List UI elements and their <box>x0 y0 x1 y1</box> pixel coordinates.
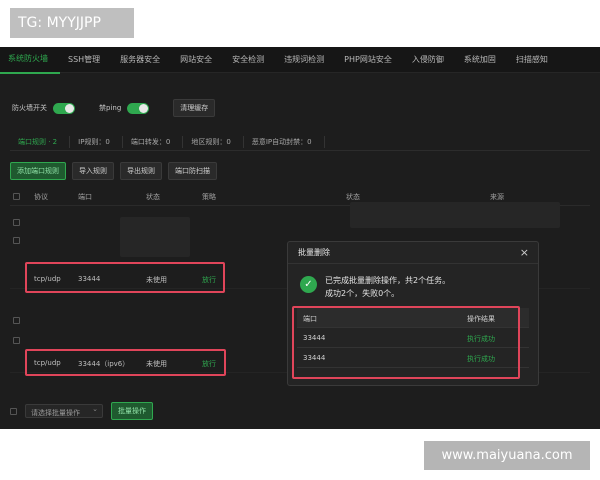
tab-ip-rules[interactable]: IP规则：0 <box>70 135 123 148</box>
tab-port-forward[interactable]: 端口转发：0 <box>123 135 184 148</box>
watermark-top: TG: MYYJJPP <box>10 8 134 38</box>
nav-item-word-check[interactable]: 违规词检测 <box>276 47 336 73</box>
nav-item-server-security[interactable]: 服务器安全 <box>112 47 172 73</box>
row-checkbox[interactable] <box>13 219 20 226</box>
nav-item-ssh[interactable]: SSH管理 <box>60 47 112 73</box>
row-checkbox[interactable] <box>13 237 20 244</box>
row-checkbox[interactable] <box>13 317 20 324</box>
nav-item-scan[interactable]: 扫描感知 <box>508 47 560 73</box>
tab-region-rules[interactable]: 地区规则：0 <box>183 135 244 148</box>
close-icon[interactable]: × <box>520 242 529 264</box>
firewall-switch[interactable] <box>53 102 75 114</box>
blurred-content <box>120 217 190 257</box>
top-nav: 系统防火墙 SSH管理 服务器安全 网站安全 安全检测 违规词检测 PHP网站安… <box>0 47 600 74</box>
clear-cache-button[interactable]: 清理缓存 <box>173 99 216 117</box>
action-buttons: 添加端口规则 导入规则 导出规则 端口防扫描 <box>10 162 217 180</box>
batch-bar: 请选择批量操作 批量操作 <box>10 402 153 420</box>
nav-item-intrusion[interactable]: 入侵防御 <box>404 47 456 73</box>
blurred-content <box>350 202 560 228</box>
col-protocol: 协议 <box>34 192 48 201</box>
tab-auto-ban[interactable]: 恶意IP自动封禁：0 <box>244 135 325 148</box>
watermark-bottom: www.maiyuana.com <box>424 441 590 470</box>
nav-item-php-security[interactable]: PHP网站安全 <box>336 47 404 73</box>
result-message-line2: 成功2个，失败0个。 <box>325 289 400 298</box>
col-source: 来源 <box>490 192 504 201</box>
dialog-header: 批量删除 × <box>288 242 538 264</box>
nav-item-firewall[interactable]: 系统防火墙 <box>0 47 60 74</box>
col-port: 端口 <box>78 192 92 201</box>
rule-tabs: 端口规则 · 2 IP规则：0 端口转发：0 地区规则：0 恶意IP自动封禁：0 <box>10 133 590 151</box>
ping-switch-label: 禁ping <box>99 104 122 112</box>
highlight-box <box>292 306 520 379</box>
col-policy: 策略 <box>202 192 216 201</box>
result-message-line1: 已完成批量删除操作，共2个任务。 <box>325 276 451 285</box>
export-rules-button[interactable]: 导出规则 <box>120 162 162 180</box>
nav-item-hardening[interactable]: 系统加固 <box>456 47 508 73</box>
firewall-switch-label: 防火墙开关 <box>12 104 47 112</box>
firewall-app: 系统防火墙 SSH管理 服务器安全 网站安全 安全检测 违规词检测 PHP网站安… <box>0 47 600 429</box>
tab-port-rules[interactable]: 端口规则 · 2 <box>10 135 71 148</box>
row-checkbox[interactable] <box>13 337 20 344</box>
highlight-box <box>25 262 225 293</box>
nav-item-site-security[interactable]: 网站安全 <box>172 47 224 73</box>
batch-operate-button[interactable]: 批量操作 <box>111 402 153 420</box>
anti-scan-button[interactable]: 端口防扫描 <box>168 162 217 180</box>
dialog-title: 批量删除 <box>298 248 330 257</box>
select-all-checkbox[interactable] <box>13 193 20 200</box>
toggle-row: 防火墙开关 禁ping 清理缓存 <box>12 99 216 117</box>
add-port-rule-button[interactable]: 添加端口规则 <box>10 162 66 180</box>
col-status: 状态 <box>146 192 160 201</box>
import-rules-button[interactable]: 导入规则 <box>72 162 114 180</box>
batch-select[interactable]: 请选择批量操作 <box>25 404 103 418</box>
col-state: 状态 <box>346 192 360 201</box>
batch-checkbox[interactable] <box>10 407 17 415</box>
nav-item-security-check[interactable]: 安全检测 <box>224 47 276 73</box>
highlight-box <box>25 349 226 376</box>
ping-switch[interactable] <box>127 102 150 114</box>
success-check-icon: ✓ <box>300 276 317 293</box>
